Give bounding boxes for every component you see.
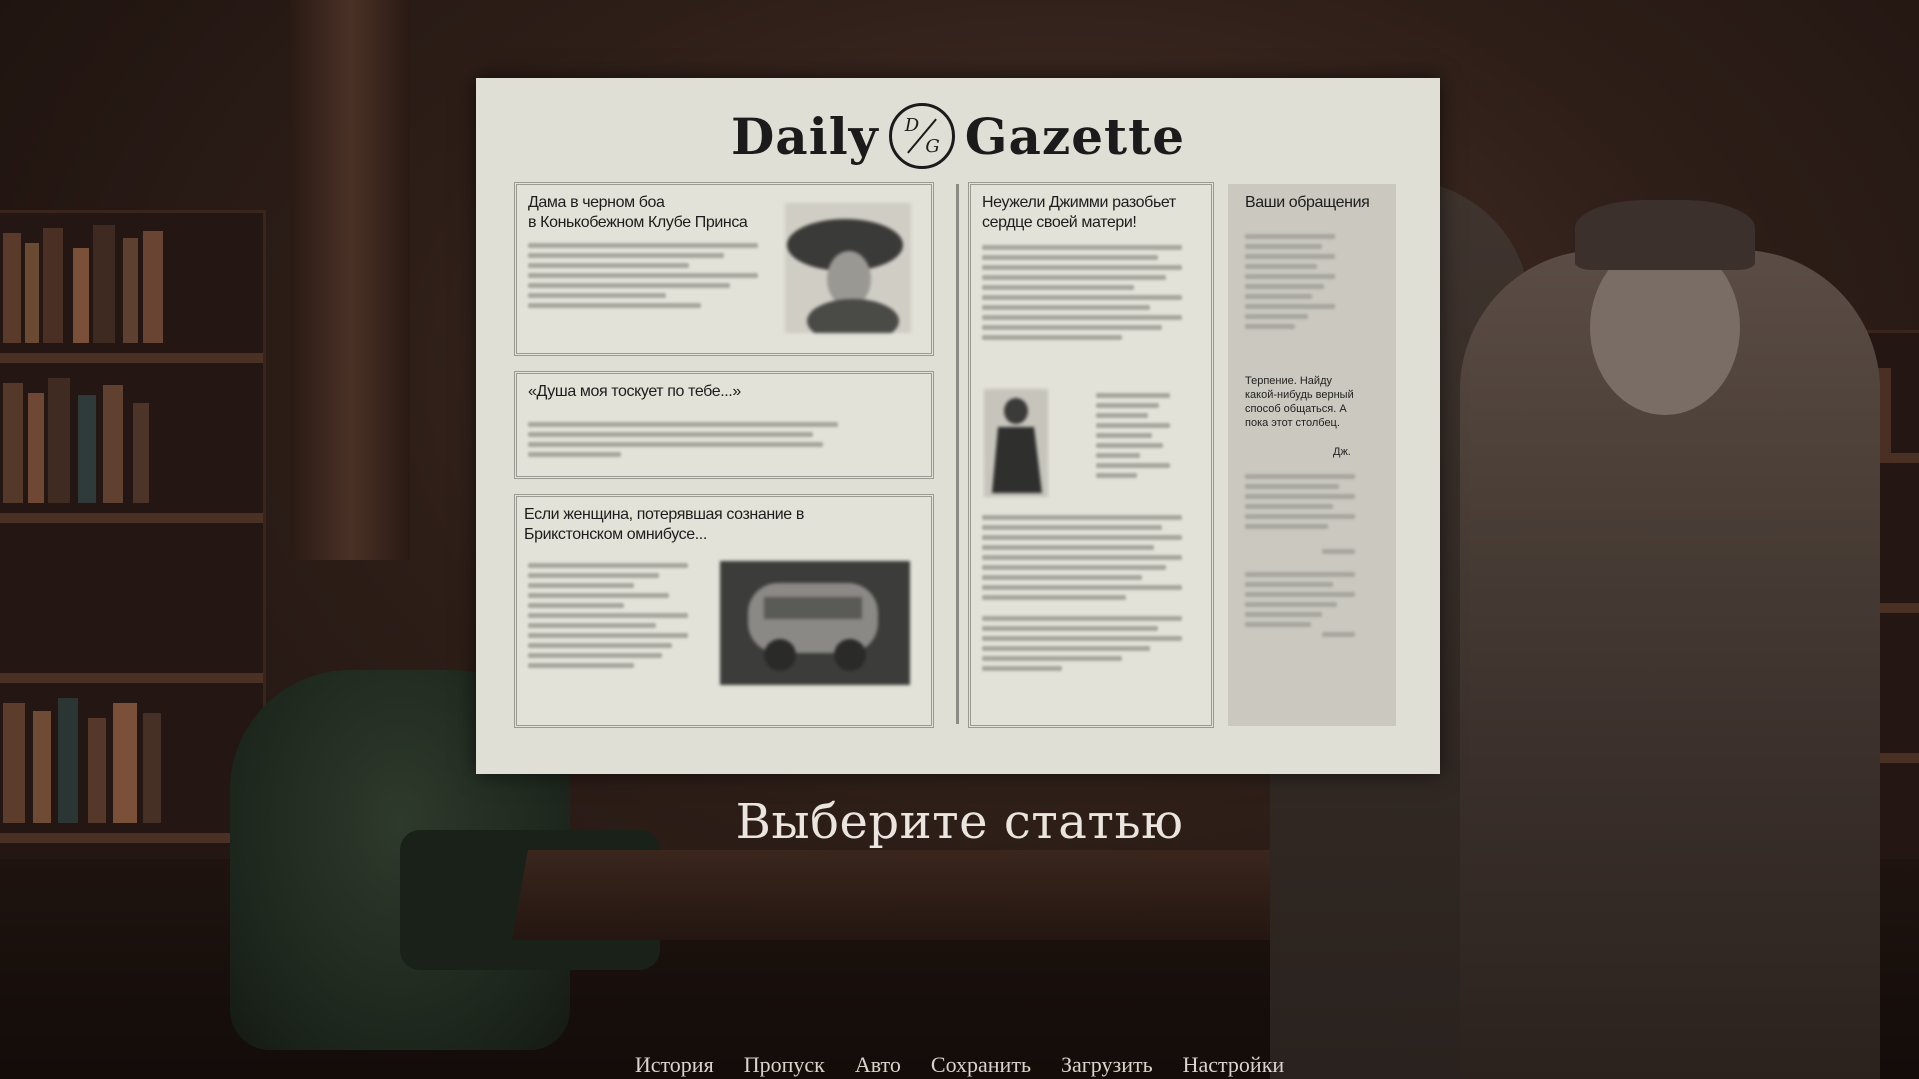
article-boa[interactable]: Дама в черном боа в Конькобежном Клубе П… — [514, 182, 934, 356]
letters-body-bottom — [1245, 474, 1355, 642]
gazette-emblem-icon: D G — [888, 103, 955, 169]
menu-save-button[interactable]: Сохранить — [931, 1052, 1031, 1078]
menu-history-button[interactable]: История — [635, 1052, 714, 1078]
article-letters[interactable]: Ваши обращения Терпение. Найду какой-ниб… — [1228, 184, 1396, 726]
article-omnibus-body — [528, 563, 688, 673]
article-jimmy-body-bottom — [982, 515, 1182, 676]
quick-menu: История Пропуск Авто Сохранить Загрузить… — [0, 1052, 1919, 1078]
article-omnibus-title: Если женщина, потерявшая сознание в Брик… — [524, 506, 804, 543]
omnibus-photo — [720, 561, 910, 685]
article-jimmy-title: Неужели Джимми разобьет сердце своей мат… — [982, 194, 1176, 231]
article-soul-body — [528, 422, 838, 462]
menu-auto-button[interactable]: Авто — [855, 1052, 901, 1078]
article-soul-title: «Душа моя тоскует по тебе...» — [528, 383, 741, 400]
masthead-gazette: Gazette — [964, 106, 1186, 166]
character-sprite — [1460, 200, 1880, 1079]
photo-caption — [1096, 393, 1170, 483]
article-jimmy-body-top — [982, 245, 1182, 345]
lady-in-hat-photo — [785, 203, 911, 333]
masthead-daily: Daily — [730, 106, 879, 166]
letters-title: Ваши обращения — [1245, 194, 1370, 211]
masthead: Daily D G Gazette — [476, 96, 1440, 176]
wooden-pillar — [290, 0, 410, 560]
article-soul[interactable]: «Душа моя тоскует по тебе...» — [514, 371, 934, 479]
select-article-prompt: Выберите статью — [735, 794, 1184, 850]
article-boa-title: Дама в черном боа в Конькобежном Клубе П… — [528, 194, 748, 231]
column-divider — [956, 184, 959, 724]
letters-signature: Дж. — [1333, 446, 1351, 458]
menu-load-button[interactable]: Загрузить — [1061, 1052, 1153, 1078]
article-boa-body — [528, 243, 758, 313]
newspaper: Daily D G Gazette Дама в черном боа в Ко… — [476, 78, 1440, 774]
man-in-coat-photo — [984, 389, 1048, 497]
article-omnibus[interactable]: Если женщина, потерявшая сознание в Брик… — [514, 494, 934, 728]
menu-settings-button[interactable]: Настройки — [1183, 1052, 1285, 1078]
menu-skip-button[interactable]: Пропуск — [744, 1052, 825, 1078]
article-jimmy[interactable]: Неужели Джимми разобьет сердце своей мат… — [968, 182, 1214, 728]
letters-clear-text: Терпение. Найду какой-нибудь верный спос… — [1245, 375, 1354, 429]
letters-body-top — [1245, 234, 1335, 334]
wooden-table — [512, 850, 1288, 940]
